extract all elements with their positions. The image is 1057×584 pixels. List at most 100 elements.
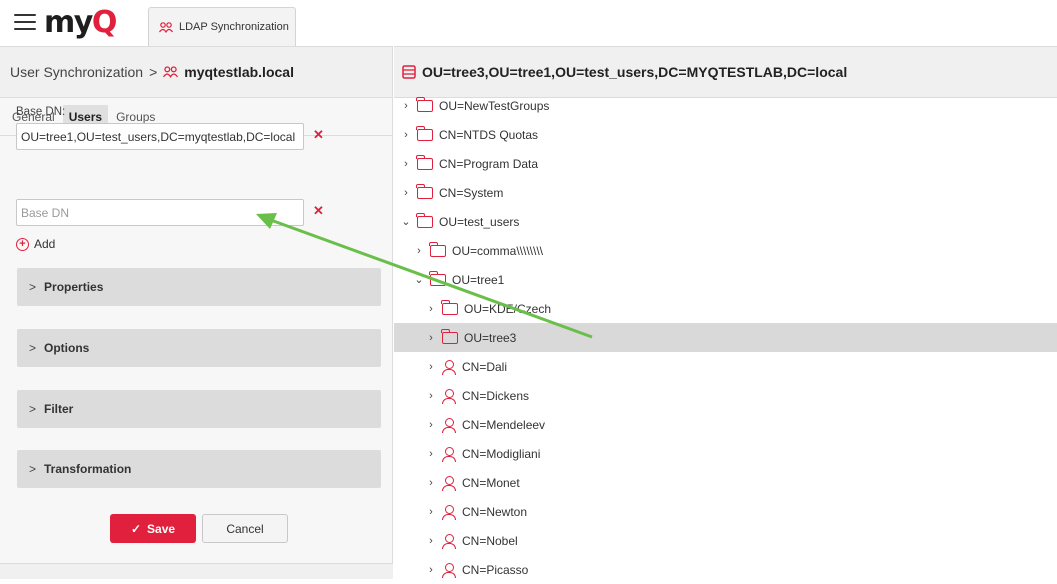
tree-node-label: CN=Modigliani [462, 446, 541, 461]
server-icon [402, 65, 416, 79]
add-base-dn-button[interactable]: + Add [16, 237, 55, 251]
chevron-right-icon[interactable]: › [401, 100, 411, 112]
tree-node[interactable]: › OU=KDE/Czech [394, 294, 1057, 323]
section-label: Transformation [44, 462, 132, 476]
breadcrumb-separator: > [149, 64, 158, 80]
chevron-right-icon[interactable]: › [426, 390, 436, 402]
chevron-right-icon[interactable]: › [426, 535, 436, 547]
chevron-right-icon[interactable]: › [426, 506, 436, 518]
user-icon [442, 533, 456, 549]
chevron-down-icon[interactable]: ⌄ [414, 273, 424, 286]
chevron-right-icon[interactable]: › [426, 564, 436, 576]
tree-node[interactable]: › CN=Modigliani [394, 439, 1057, 468]
save-button[interactable]: ✓ Save [110, 514, 196, 543]
chevron-right-icon[interactable]: › [426, 332, 436, 344]
tree-node-label: CN=Nobel [462, 533, 518, 548]
folder-icon [416, 125, 433, 141]
base-dn-input[interactable] [16, 123, 304, 150]
tree-node[interactable]: › CN=Program Data [394, 149, 1057, 178]
tree-node[interactable]: › CN=Mendeleev [394, 410, 1057, 439]
tab-ldap-synchronization[interactable]: LDAP Synchronization [148, 7, 296, 46]
tree-node[interactable]: ⌄ OU=test_users [394, 207, 1057, 236]
tree-node[interactable]: › CN=Dickens [394, 381, 1057, 410]
folder-icon [441, 328, 458, 344]
tree-node-label: OU=KDE/Czech [464, 301, 552, 316]
add-label: Add [34, 237, 56, 251]
top-bar: myQ LDAP Synchronization [0, 0, 1057, 46]
section-label: Properties [44, 280, 104, 294]
tree-node[interactable]: › CN=Newton [394, 497, 1057, 526]
section-properties[interactable]: > Properties [17, 268, 381, 306]
folder-icon [416, 212, 433, 228]
folder-icon [429, 270, 446, 286]
breadcrumb: User Synchronization > myqtestlab.local [0, 46, 392, 98]
tree-node-label: CN=System [439, 185, 504, 200]
tree-node-label: CN=Newton [462, 504, 528, 519]
base-dn-label: Base DN: [16, 106, 66, 118]
tree-node[interactable]: › OU=NewTestGroups [394, 91, 1057, 120]
chevron-right-icon[interactable]: › [426, 448, 436, 460]
user-icon [442, 475, 456, 491]
user-icon [442, 504, 456, 520]
section-options[interactable]: > Options [17, 329, 381, 367]
folder-icon [416, 183, 433, 199]
base-dn-empty-input[interactable] [16, 199, 304, 226]
chevron-right-icon[interactable]: › [426, 303, 436, 315]
tree-node[interactable]: › CN=System [394, 178, 1057, 207]
tree-title: OU=tree3,OU=tree1,OU=test_users,DC=MYQTE… [422, 64, 848, 80]
plus-circle-icon: + [16, 237, 29, 251]
check-icon: ✓ [130, 521, 142, 536]
user-icon [442, 446, 456, 462]
tree-node-label: CN=Picasso [462, 562, 529, 577]
user-icon [442, 388, 456, 404]
tab-label: LDAP Synchronization [179, 21, 289, 33]
chevron-right-icon: > [29, 280, 37, 294]
folder-icon [429, 241, 446, 257]
chevron-down-icon[interactable]: ⌄ [401, 215, 411, 228]
users-icon [159, 21, 173, 33]
tree-node[interactable]: ⌄ OU=tree1 [394, 265, 1057, 294]
myq-logo: myQ [44, 5, 117, 40]
chevron-right-icon: > [29, 402, 37, 416]
tree-node-label: CN=Dickens [462, 388, 530, 403]
section-filter[interactable]: > Filter [17, 390, 381, 428]
chevron-right-icon[interactable]: › [401, 158, 411, 170]
chevron-right-icon[interactable]: › [401, 187, 411, 199]
user-icon [442, 417, 456, 433]
pane-footer [0, 563, 393, 579]
chevron-right-icon[interactable]: › [401, 129, 411, 141]
hamburger-menu-icon[interactable] [14, 14, 36, 32]
chevron-right-icon[interactable]: › [414, 245, 424, 257]
tree-node-label: CN=Mendeleev [462, 417, 546, 432]
section-transformation[interactable]: > Transformation [17, 450, 381, 488]
chevron-right-icon[interactable]: › [426, 477, 436, 489]
tree-node-label: OU=NewTestGroups [439, 98, 550, 113]
tree-node[interactable]: › CN=NTDS Quotas [394, 120, 1057, 149]
breadcrumb-root[interactable]: User Synchronization [10, 64, 143, 80]
tree-node[interactable]: › CN=Monet [394, 468, 1057, 497]
tree-node[interactable]: › OU=comma\\\\\\\\ [394, 236, 1057, 265]
user-icon [442, 562, 456, 578]
tree-node-label: OU=tree3 [464, 330, 517, 345]
remove-base-dn-icon[interactable]: ✕ [313, 127, 324, 143]
chevron-right-icon[interactable]: › [426, 419, 436, 431]
tree-node-label: OU=comma\\\\\\\\ [452, 243, 544, 258]
tree-node[interactable]: › CN=Nobel [394, 526, 1057, 555]
folder-icon [416, 96, 433, 112]
save-label: Save [147, 521, 176, 536]
folder-icon [416, 154, 433, 170]
section-label: Options [44, 341, 90, 355]
chevron-right-icon: > [29, 462, 37, 476]
user-icon [442, 359, 456, 375]
tree-node[interactable]: › OU=tree3 [394, 323, 1057, 352]
chevron-right-icon: > [29, 341, 37, 355]
tree-node[interactable]: › CN=Picasso [394, 555, 1057, 584]
folder-icon [441, 299, 458, 315]
remove-empty-base-dn-icon[interactable]: ✕ [313, 203, 324, 219]
server-name: myqtestlab.local [184, 64, 294, 80]
chevron-right-icon[interactable]: › [426, 361, 436, 373]
cancel-button[interactable]: Cancel [202, 514, 288, 543]
section-label: Filter [44, 402, 74, 416]
tree-node[interactable]: › CN=Dali [394, 352, 1057, 381]
users-icon [163, 66, 179, 78]
